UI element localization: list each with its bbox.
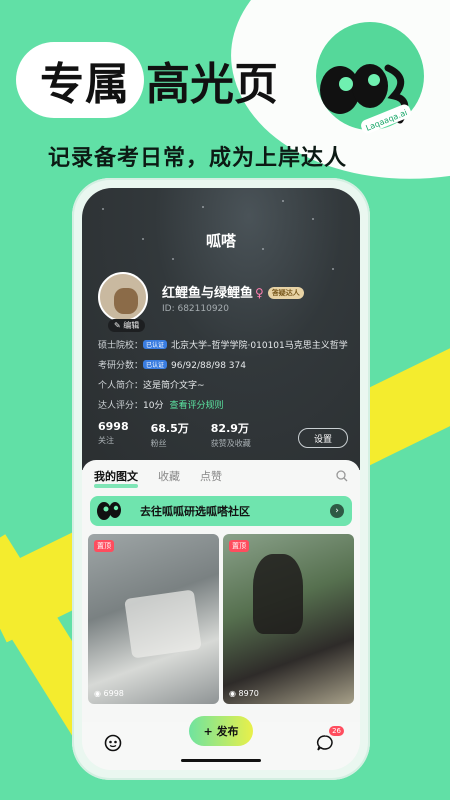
view-count-value: 8970: [238, 689, 259, 698]
chevron-right-icon: ›: [330, 504, 344, 518]
edit-avatar-button[interactable]: ✎ 编辑: [108, 319, 146, 332]
stat-label: 获赞及收藏: [210, 439, 251, 448]
view-count-value: 6998: [103, 689, 124, 698]
score-value: 96/92/88/98 374: [171, 361, 246, 371]
publish-button[interactable]: + 发布: [189, 716, 253, 746]
nickname-text: 红鲤鱼与绿鲤鱼: [162, 286, 254, 301]
phone-frame: 呱嗒 ✎ 编辑 红鲤鱼与绿鲤鱼 ♀ 答疑达人 ID: 682110920 硕士院校：…: [72, 178, 370, 780]
school-value: 北京大学–哲学学院·010101马克思主义哲学: [171, 341, 348, 351]
view-count: ◉ 6998: [94, 689, 124, 698]
rating-row: 达人评分：10分 查看评分规则: [98, 398, 223, 411]
post-card[interactable]: 置顶 ◉ 8970: [223, 534, 354, 704]
headline-highlight: 专属: [16, 42, 144, 118]
tab-bar: 我的图文 收藏 点赞: [94, 468, 222, 488]
rating-rules-link[interactable]: 查看评分规则: [169, 401, 223, 411]
tab-my-posts[interactable]: 我的图文: [94, 468, 138, 488]
headline-text: 高光页: [146, 59, 278, 110]
user-id: ID: 682110920: [162, 304, 230, 314]
school-row: 硕士院校： 已认证 北京大学–哲学学院·010101马克思主义哲学: [98, 338, 348, 351]
post-grid: 置顶 ◉ 6998 置顶 ◉ 8970: [88, 534, 354, 704]
intro-label: 个人简介：: [98, 381, 144, 391]
edit-label: 编辑: [123, 321, 140, 330]
score-label: 考研分数：: [98, 361, 144, 371]
avatar[interactable]: [98, 272, 148, 322]
stat-label: 粉丝: [150, 439, 167, 448]
promo-page: 专属 高光页 Laqaaqa.ai 记录备考日常，成为上岸达人 呱嗒 ✎ 编辑: [0, 0, 450, 800]
phone-screen: 呱嗒 ✎ 编辑 红鲤鱼与绿鲤鱼 ♀ 答疑达人 ID: 682110920 硕士院校：…: [82, 188, 360, 770]
nickname: 红鲤鱼与绿鲤鱼 ♀ 答疑达人: [162, 282, 304, 301]
post-image: [124, 589, 202, 659]
tab-likes[interactable]: 点赞: [200, 468, 222, 484]
bottom-nav: + 发布 26: [82, 716, 360, 770]
stat-number: 68.5万: [150, 422, 189, 435]
pinned-badge: 置顶: [94, 540, 114, 552]
stat-label: 关注: [98, 436, 114, 445]
rating-value: 10分: [143, 401, 164, 411]
stat-number: 82.9万: [210, 422, 249, 435]
score-row: 考研分数： 已认证 96/92/88/98 374: [98, 358, 246, 371]
stat-number: 6998: [98, 420, 129, 433]
unread-badge: 26: [329, 726, 344, 736]
pinned-badge: 置顶: [229, 540, 249, 552]
intro-value: 这是简介文字~: [143, 381, 205, 391]
stat-likes[interactable]: 82.9万 获赞及收藏: [211, 420, 251, 449]
avatar-image: [114, 288, 138, 314]
subline: 记录备考日常，成为上岸达人: [48, 146, 348, 171]
post-card[interactable]: 置顶 ◉ 6998: [88, 534, 219, 704]
rating-label: 达人评分：: [98, 401, 144, 411]
chat-icon[interactable]: [316, 734, 334, 752]
view-count: ◉ 8970: [229, 689, 259, 698]
stat-fans[interactable]: 68.5万 粉丝: [151, 420, 189, 449]
mascot-icon: Laqaaqa.ai: [320, 64, 411, 134]
verified-badge: 已认证: [143, 360, 168, 369]
profile-header: 呱嗒 ✎ 编辑 红鲤鱼与绿鲤鱼 ♀ 答疑达人 ID: 682110920 硕士院校：…: [82, 188, 360, 470]
level-badge: 答疑达人: [267, 287, 304, 299]
home-face-icon[interactable]: [104, 734, 122, 752]
post-image: [253, 554, 303, 634]
gender-icon: ♀: [255, 286, 264, 300]
community-banner-text: 去往呱呱研选呱嗒社区: [140, 505, 250, 518]
headline: 专属 高光页: [16, 42, 278, 118]
content-panel: 我的图文 收藏 点赞 去往呱呱研选呱嗒社区 › 置顶 ◉ 6998 置顶 ◉ 8…: [82, 460, 360, 770]
community-banner[interactable]: 去往呱呱研选呱嗒社区 ›: [90, 496, 352, 526]
school-label: 硕士院校：: [98, 341, 144, 351]
search-icon[interactable]: [336, 470, 348, 482]
settings-button[interactable]: 设置: [298, 428, 348, 448]
tab-favorites[interactable]: 收藏: [158, 468, 180, 484]
brand-logo: 呱嗒: [205, 232, 236, 250]
mascot-eyes-icon: [97, 502, 121, 520]
home-indicator: [181, 759, 261, 762]
intro-row: 个人简介：这是简介文字~: [98, 378, 205, 391]
verified-badge: 已认证: [143, 340, 168, 349]
stats-row: 6998 关注 68.5万 粉丝 82.9万 获赞及收藏: [98, 420, 251, 449]
stat-following[interactable]: 6998 关注: [98, 420, 129, 449]
